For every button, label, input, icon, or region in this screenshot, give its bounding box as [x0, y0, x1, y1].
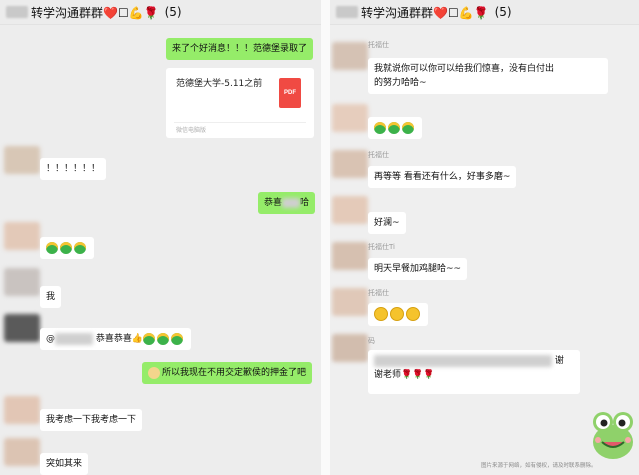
sender-nickname: 托福仕 — [368, 289, 389, 297]
member-count: (5) — [494, 5, 512, 19]
avatar[interactable] — [332, 42, 368, 70]
message-bubble-received[interactable]: @ 恭喜恭喜👍 — [40, 328, 192, 350]
avatar[interactable] — [4, 314, 40, 342]
frog-sticker-icon — [593, 412, 633, 459]
message-text: 谢老师🌹🌹🌹 — [374, 370, 435, 380]
message-bubble-sent[interactable]: 来了个好消息！！！范德堡录取了 — [166, 38, 314, 60]
sprout-emoji-icon — [74, 241, 86, 254]
message-text: 再等等 看看还有什么，好事多磨~ — [374, 172, 511, 182]
message-bubble-received[interactable]: ！！！！！！ — [40, 158, 107, 180]
file-message-card[interactable]: 范德堡大学-5.11之前 PDF 微信电脑版 — [166, 68, 314, 138]
sprout-emoji-icon — [46, 241, 58, 254]
message-text: 我 — [46, 292, 56, 302]
sender-nickname: 托福仕 — [368, 151, 389, 159]
face-emoji-icon — [148, 366, 160, 379]
message-bubble-received[interactable] — [368, 303, 428, 326]
blurred-name — [55, 332, 93, 345]
sender-nickname: 托福仕 — [368, 41, 389, 49]
message-bubble-received[interactable]: 我 — [40, 286, 62, 308]
sender-nickname: 托福仕Ti — [368, 243, 396, 251]
message-text: 我就说你可以你可以给我们惊喜，没有白付出 — [374, 64, 555, 74]
message-bubble-received[interactable]: 明天早餐加鸡腿哈~~ — [368, 258, 468, 280]
member-count: (5) — [164, 5, 182, 19]
pdf-badge-text: PDF — [284, 90, 296, 96]
avatar[interactable] — [332, 334, 368, 362]
message-text: 谢 — [554, 356, 564, 366]
sprout-emoji-icon — [157, 332, 170, 345]
message-bubble-sent[interactable]: 恭喜 哈 — [258, 192, 316, 214]
file-name: 范德堡大学-5.11之前 — [176, 79, 263, 89]
avatar[interactable] — [4, 268, 40, 296]
mention-at: @ — [46, 334, 55, 344]
message-text: ！！！！！！ — [46, 164, 101, 174]
message-text: 好澜~ — [374, 218, 400, 228]
left-chat-panel: 转学沟通群群❤️☐💪🌹 (5) 来了个好消息！！！范德堡录取了 范德堡大学-5.… — [0, 0, 321, 475]
avatar[interactable] — [4, 146, 40, 174]
avatar[interactable] — [332, 242, 368, 270]
sprout-emoji-icon — [388, 121, 400, 134]
file-source: 微信电脑版 — [176, 127, 207, 134]
message-bubble-sent[interactable]: 所以我现在不用交定歉侯的押金了吧 — [142, 362, 313, 384]
message-bubble-received[interactable]: 再等等 看看还有什么，好事多磨~ — [368, 166, 517, 188]
message-bubble-received[interactable]: 突如其来 — [40, 453, 89, 475]
right-chat-panel: 转学沟通群群❤️☐💪🌹 (5) 托福仕 我就说你可以你可以给我们惊喜，没有白付出… — [330, 0, 639, 475]
message-bubble-received[interactable]: 好澜~ — [368, 212, 406, 234]
avatar[interactable] — [4, 438, 40, 466]
sprout-emoji-icon — [171, 332, 184, 345]
sprout-emoji-icon — [402, 121, 414, 134]
grin-emoji-icon — [374, 307, 388, 321]
message-text: 的努力哈哈~ — [374, 78, 427, 88]
group-title: 转学沟通群群❤️☐💪🌹 — [31, 5, 159, 20]
avatar[interactable] — [332, 150, 368, 178]
blurred-name — [6, 6, 28, 18]
avatar[interactable] — [4, 396, 40, 424]
message-text: 哈 — [300, 198, 310, 208]
group-title: 转学沟通群群❤️☐💪🌹 — [361, 5, 489, 20]
blurred-name — [336, 6, 358, 18]
sender-nickname: 码 — [368, 337, 375, 345]
divider — [174, 122, 306, 123]
avatar[interactable] — [332, 196, 368, 224]
pdf-icon: PDF — [279, 78, 301, 108]
message-text: 突如其来 — [46, 459, 83, 469]
message-text: 所以我现在不用交定歉侯的押金了吧 — [162, 368, 307, 378]
message-bubble-received[interactable]: 我考虑一下我考虑一下 — [40, 409, 143, 431]
message-text: 来了个好消息！！！范德堡录取了 — [172, 44, 308, 54]
sprout-emoji-icon — [143, 332, 156, 345]
message-bubble-received[interactable]: 谢 谢老师🌹🌹🌹 — [368, 350, 580, 394]
avatar[interactable] — [4, 222, 40, 250]
message-bubble-received[interactable] — [368, 117, 422, 139]
blurred-name — [282, 197, 301, 208]
panel-divider — [321, 0, 330, 475]
avatar[interactable] — [332, 104, 368, 132]
sprout-emoji-icon — [374, 121, 386, 134]
sprout-emoji-icon — [60, 241, 72, 254]
copyright-watermark: 图片来源于网络，如有侵权，请及时联系删除。 — [481, 463, 597, 469]
message-text: 恭喜 — [264, 198, 283, 208]
grin-emoji-icon — [406, 307, 420, 321]
chat-header: 转学沟通群群❤️☐💪🌹 (5) — [330, 0, 639, 25]
grin-emoji-icon — [390, 307, 404, 321]
message-bubble-received[interactable]: 我就说你可以你可以给我们惊喜，没有白付出 的努力哈哈~ — [368, 58, 608, 94]
message-text: 我考虑一下我考虑一下 — [46, 415, 137, 425]
message-text: 明天早餐加鸡腿哈~~ — [374, 264, 462, 274]
message-text: 恭喜恭喜👍 — [95, 334, 144, 344]
blurred-text — [374, 354, 552, 367]
message-bubble-received[interactable] — [40, 237, 94, 259]
chat-header: 转学沟通群群❤️☐💪🌹 (5) — [0, 0, 321, 25]
avatar[interactable] — [332, 288, 368, 316]
